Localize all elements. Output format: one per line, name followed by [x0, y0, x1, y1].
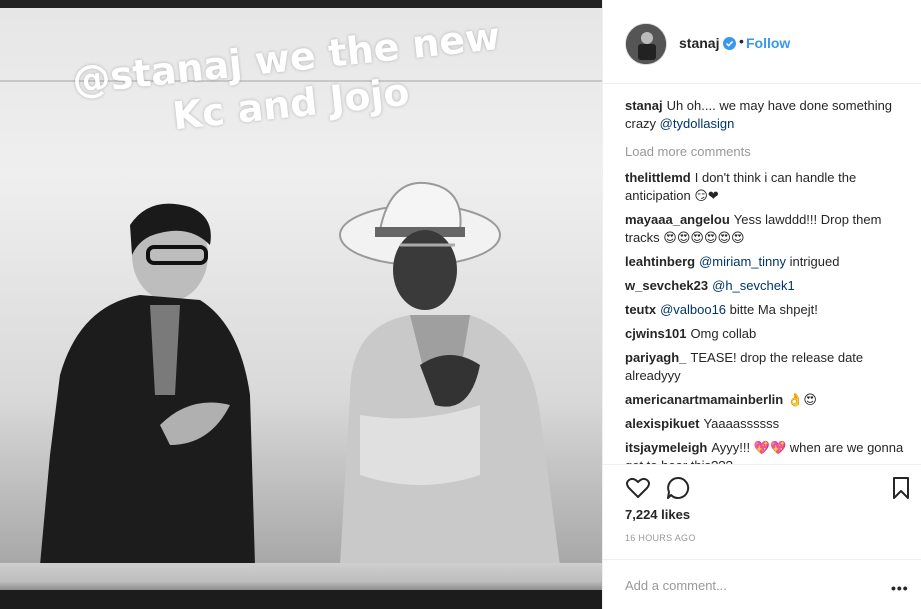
- comment-icon[interactable]: [665, 475, 691, 501]
- bookmark-icon[interactable]: [888, 475, 914, 501]
- add-comment-input[interactable]: [625, 570, 875, 600]
- comment-item: thelittlemd I don't think i can handle th…: [625, 169, 910, 205]
- comments-list[interactable]: stanaj Uh oh.... we may have done somethi…: [625, 97, 910, 464]
- load-more-comments-button[interactable]: Load more comments: [625, 143, 910, 161]
- comment-text: Omg collab: [690, 326, 757, 341]
- heart-icon[interactable]: [625, 475, 651, 501]
- add-comment-bar: •••: [603, 559, 921, 609]
- likes-count[interactable]: 7,224 likes: [625, 507, 690, 522]
- comment-item: leahtinberg @miriam_tinny intrigued: [625, 253, 910, 271]
- comment-username[interactable]: americanartmamainberlin: [625, 392, 783, 407]
- comment-username[interactable]: itsjaymeleigh: [625, 440, 707, 455]
- comment-username[interactable]: teutx: [625, 302, 656, 317]
- comment-username[interactable]: leahtinberg: [625, 254, 695, 269]
- avatar-image: [626, 24, 666, 64]
- comment-username[interactable]: w_sevchek23: [625, 278, 708, 293]
- comment-item: americanartmamainberlin 👌😍: [625, 391, 910, 409]
- post-author-username[interactable]: stanaj: [679, 35, 719, 51]
- post-caption: stanaj Uh oh.... we may have done somethi…: [625, 97, 910, 133]
- comment-username[interactable]: pariyagh_: [625, 350, 686, 365]
- post-header: stanaj • Follow: [603, 0, 921, 84]
- post-actions: 7,224 likes 16 HOURS AGO: [603, 464, 921, 559]
- person-left-figure: [40, 203, 255, 565]
- person-right-figure: [339, 181, 560, 565]
- comment-item: mayaaa_angelou Yess lawddd!!! Drop them t…: [625, 211, 910, 247]
- caption-username[interactable]: stanaj: [625, 98, 663, 113]
- comment-mention[interactable]: @miriam_tinny: [699, 254, 786, 269]
- caption-mention[interactable]: @tydollasign: [660, 116, 735, 131]
- post-timestamp: 16 HOURS AGO: [625, 533, 696, 543]
- comment-username[interactable]: thelittlemd: [625, 170, 691, 185]
- comment-username[interactable]: cjwins101: [625, 326, 686, 341]
- comment-item: cjwins101 Omg collab: [625, 325, 910, 343]
- comment-text: intrigued: [785, 254, 840, 269]
- comment-username[interactable]: mayaaa_angelou: [625, 212, 730, 227]
- comment-item: pariyagh_ TEASE! drop the release date al…: [625, 349, 910, 385]
- photo-bottom-bar: [0, 590, 602, 609]
- verified-badge-icon: [723, 37, 736, 50]
- post-side-panel: stanaj • Follow stanaj Uh oh.... we may h…: [602, 0, 921, 609]
- separator-dot: •: [739, 33, 744, 49]
- follow-button[interactable]: Follow: [746, 35, 790, 51]
- comment-item: teutx @valboo16 bitte Ma shpejt!: [625, 301, 910, 319]
- comment-text: Yaaaassssss: [703, 416, 780, 431]
- comment-item: itsjaymeleigh Ayyy!!! 💖💖 when are we gonn…: [625, 439, 910, 464]
- comment-text: 👌😍: [787, 392, 817, 407]
- avatar[interactable]: [625, 23, 667, 65]
- comment-mention[interactable]: @valboo16: [660, 302, 726, 317]
- comment-username[interactable]: alexispikuet: [625, 416, 699, 431]
- comment-item: alexispikuet Yaaaassssss: [625, 415, 910, 433]
- more-options-icon[interactable]: •••: [891, 580, 909, 596]
- comment-text: bitte Ma shpejt!: [726, 302, 818, 317]
- comment-mention[interactable]: @h_sevchek1: [712, 278, 795, 293]
- comment-item: w_sevchek23 @h_sevchek1: [625, 277, 910, 295]
- photo-top-strip: [0, 0, 602, 8]
- post-photo[interactable]: @stanaj we the new Kc and Jojo: [0, 0, 602, 609]
